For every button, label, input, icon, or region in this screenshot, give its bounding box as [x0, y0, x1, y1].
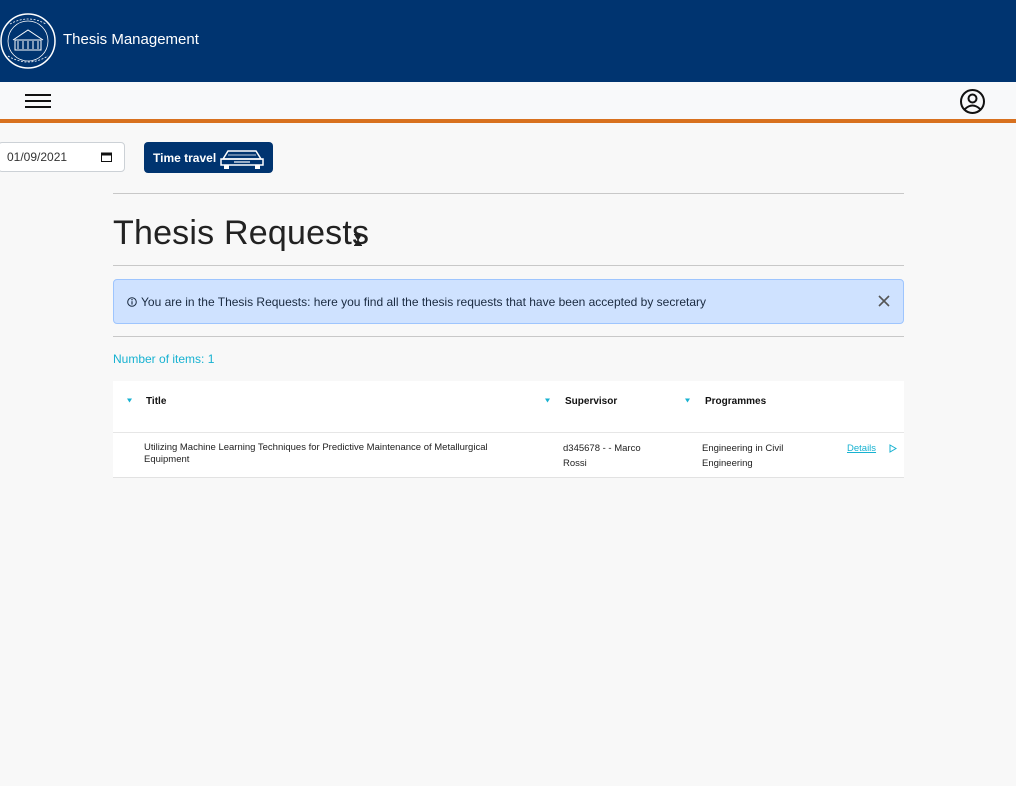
column-header-programmes[interactable]: Programmes: [705, 396, 766, 407]
user-circle-icon[interactable]: [959, 88, 986, 115]
date-value: 01/09/2021: [7, 150, 68, 164]
thesis-requests-table: Title Supervisor Programmes Utilizing Ma…: [113, 381, 904, 478]
info-icon: [127, 296, 137, 307]
hourglass-icon: [354, 234, 362, 246]
play-arrow-icon[interactable]: [889, 444, 897, 453]
hamburger-menu-icon[interactable]: [25, 93, 51, 109]
alert-text: You are in the Thesis Requests: here you…: [141, 294, 707, 309]
university-seal-logo: [0, 13, 56, 69]
items-count: Number of items: 1: [113, 352, 215, 366]
calendar-icon[interactable]: [101, 152, 112, 162]
divider: [113, 265, 904, 266]
app-title: Thesis Management: [63, 31, 199, 48]
top-header: Thesis Management: [0, 0, 1016, 82]
time-travel-button[interactable]: Time travel: [144, 142, 273, 173]
navbar-accent-line: [0, 119, 1016, 123]
page-title: Thesis Requests: [113, 214, 370, 252]
sort-icon[interactable]: [685, 398, 690, 403]
sort-icon[interactable]: [127, 398, 132, 403]
column-header-title[interactable]: Title: [146, 396, 166, 407]
table-row: Utilizing Machine Learning Techniques fo…: [113, 433, 904, 478]
cell-supervisor: d345678 - - Marco Rossi: [563, 443, 641, 469]
time-travel-label: Time travel: [153, 150, 217, 165]
cell-title: Utilizing Machine Learning Techniques fo…: [144, 442, 488, 465]
date-input[interactable]: 01/09/2021: [0, 142, 125, 172]
table-header: Title Supervisor Programmes: [113, 381, 904, 433]
close-icon[interactable]: [877, 294, 891, 308]
divider: [113, 193, 904, 194]
car-icon: [220, 150, 264, 169]
details-link[interactable]: Details: [847, 443, 876, 454]
cell-programmes: Engineering in Civil Engineering: [702, 443, 784, 469]
divider: [113, 336, 904, 337]
info-alert: You are in the Thesis Requests: here you…: [113, 279, 904, 324]
column-header-supervisor[interactable]: Supervisor: [565, 396, 617, 407]
navbar: [0, 82, 1016, 119]
sort-icon[interactable]: [545, 398, 550, 403]
